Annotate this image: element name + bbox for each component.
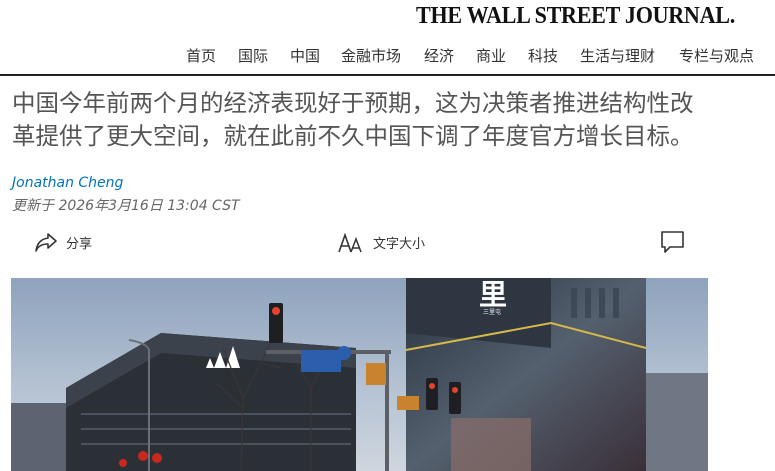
nav-divider	[0, 74, 775, 76]
nav-item-world[interactable]: 国际	[238, 45, 268, 66]
svg-text:里: 里	[479, 278, 507, 311]
svg-text:三里屯: 三里屯	[483, 308, 501, 316]
nav-item-business[interactable]: 商业	[476, 45, 506, 66]
text-size-button[interactable]: 文字大小	[337, 228, 425, 256]
text-size-icon	[337, 230, 365, 254]
article-headline: 中国今年前两个月的经济表现好于预期，这为决策者推进结构性改革提供了更大空间，就在…	[12, 89, 694, 150]
nav-item-markets[interactable]: 金融市场	[341, 45, 401, 66]
tower-sign: 里 三里屯	[479, 278, 507, 316]
share-label: 分享	[66, 236, 93, 252]
hero-image[interactable]: 里 三里屯	[11, 278, 708, 471]
updated-timestamp: 更新于 2026年3月16日 13:04 CST	[12, 198, 240, 214]
author-link[interactable]: Jonathan Cheng	[12, 175, 123, 191]
nav-item-china[interactable]: 中国	[290, 45, 320, 66]
share-button[interactable]: 分享	[34, 228, 92, 256]
nav-item-life[interactable]: 生活与理财	[580, 45, 655, 66]
nav-item-home[interactable]: 首页	[186, 45, 216, 66]
nav-item-opinion[interactable]: 专栏与观点	[679, 45, 754, 66]
nav-item-economy[interactable]: 经济	[424, 45, 454, 66]
hero-photo: 里 三里屯	[11, 278, 708, 471]
wsj-masthead-logo[interactable]: THE WALL STREET JOURNAL.	[416, 3, 735, 30]
text-size-label: 文字大小	[373, 236, 426, 252]
section-nav: 首页 国际 中国 金融市场 经济 商业 科技 生活与理财 专栏与观点	[0, 45, 775, 65]
comments-button[interactable]	[660, 228, 686, 256]
comment-bubble-icon	[660, 229, 686, 255]
share-arrow-icon	[34, 231, 58, 253]
nav-item-tech[interactable]: 科技	[528, 45, 558, 66]
